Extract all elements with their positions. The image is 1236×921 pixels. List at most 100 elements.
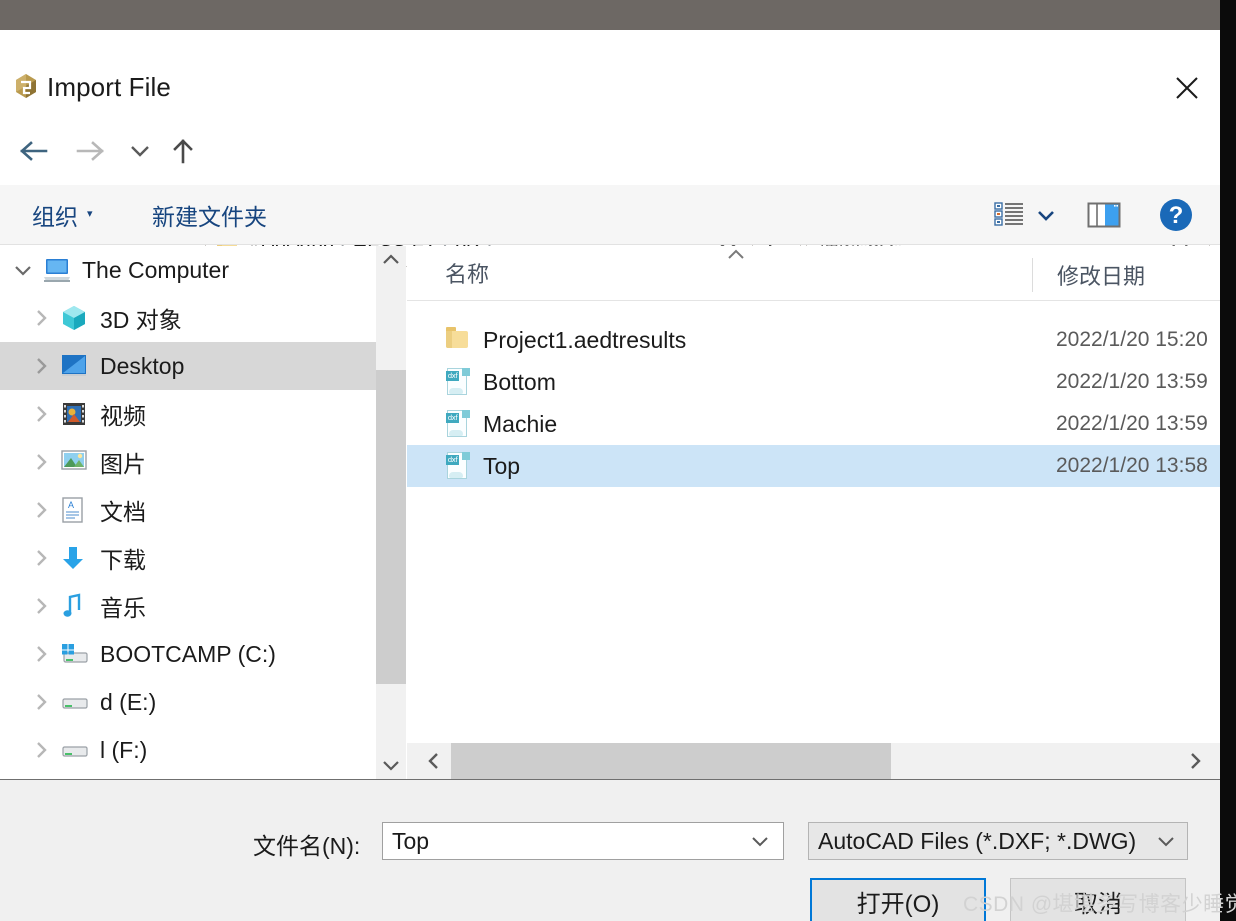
watermark: CSDN @堪堪多写博客少睡觉: [963, 893, 1236, 916]
filetype-value: AutoCAD Files (*.DXF; *.DWG): [818, 827, 1137, 854]
chevron-right-icon[interactable]: [1178, 743, 1212, 779]
table-row[interactable]: Project1.aedtresults 2022/1/20 15:20: [407, 319, 1220, 361]
filename-value: Top: [392, 827, 430, 854]
new-folder-button[interactable]: 新建文件夹: [152, 185, 267, 244]
organize-button[interactable]: 组织 ▾: [32, 185, 93, 244]
view-options-chevron-down-icon[interactable]: [1026, 185, 1066, 244]
documents-icon: A: [60, 496, 90, 524]
table-row[interactable]: dxf Top 2022/1/20 13:58: [407, 445, 1220, 487]
sidebar-scrollbar[interactable]: [376, 246, 406, 779]
column-header-date[interactable]: 修改日期: [1032, 258, 1145, 292]
sidebar-item-music[interactable]: 音乐: [0, 582, 376, 630]
command-bar: 组织 ▾ 新建文件夹 ?: [0, 185, 1220, 245]
column-header-label: 修改日期: [1057, 264, 1146, 289]
filename-label: 文件名(N):: [253, 833, 361, 859]
dxf-file-icon: dxf: [445, 367, 471, 397]
preview-pane-icon[interactable]: [1080, 185, 1128, 244]
windows-drive-icon: [60, 640, 90, 668]
chevron-right-icon[interactable]: [30, 547, 52, 569]
music-icon: [60, 592, 90, 620]
import-file-dialog: Import File 组织 ▾ 新建文件夹 ? The Computer 3D…: [0, 30, 1220, 921]
sidebar-item-label: 音乐: [100, 595, 146, 621]
file-name: Machie: [483, 410, 558, 437]
chevron-down-icon: ▾: [87, 208, 93, 220]
window-title: Import File: [47, 72, 171, 102]
chevron-down-icon[interactable]: [376, 751, 406, 779]
sidebar-item-label: The Computer: [82, 256, 230, 283]
sidebar-item-documents[interactable]: A 文档: [0, 486, 376, 534]
dxf-file-icon: dxf: [445, 409, 471, 439]
chevron-right-icon[interactable]: [30, 595, 52, 617]
file-list[interactable]: 名称 修改日期 Project1.aedtresults 2022/1/20 1…: [407, 246, 1220, 743]
recent-locations-chevron-down-icon[interactable]: [120, 126, 160, 176]
scrollbar-thumb[interactable]: [376, 370, 406, 684]
chevron-right-icon[interactable]: [30, 355, 52, 377]
file-date: 2022/1/20 13:59: [1056, 412, 1208, 435]
new-folder-label: 新建文件夹: [152, 203, 267, 230]
drive-icon: [60, 736, 90, 764]
chevron-left-icon[interactable]: [417, 743, 451, 779]
close-icon[interactable]: [1155, 66, 1219, 110]
sidebar-item-the-computer[interactable]: The Computer: [0, 246, 376, 294]
navigation-tree[interactable]: The Computer 3D 对象 Desktop 视频 图片 A 文档 下载…: [0, 246, 376, 779]
videos-icon: [60, 400, 90, 428]
help-icon[interactable]: ?: [1152, 185, 1200, 244]
file-list-horizontal-scrollbar[interactable]: [407, 743, 1220, 779]
chevron-down-icon[interactable]: [750, 835, 770, 848]
file-name: Top: [483, 452, 521, 479]
3d-objects-icon: [60, 304, 90, 332]
screenshot-edge-strip: [1220, 0, 1236, 921]
filename-input[interactable]: Top: [382, 822, 784, 860]
sidebar-item-bootcamp-c[interactable]: BOOTCAMP (C:): [0, 630, 376, 678]
navigation-bar: « Desktop › HFSS FZ › ojz ›: [0, 126, 1220, 267]
sidebar-item-label: 图片: [100, 451, 146, 477]
sidebar-item-videos[interactable]: 视频: [0, 390, 376, 438]
chevron-down-icon[interactable]: [1156, 835, 1176, 848]
file-date: 2022/1/20 15:20: [1056, 328, 1208, 351]
computer-icon: [42, 256, 72, 284]
chevron-right-icon[interactable]: [30, 451, 52, 473]
filetype-select[interactable]: AutoCAD Files (*.DXF; *.DWG): [808, 822, 1188, 860]
sidebar-item-label: 视频: [100, 403, 146, 429]
dxf-file-icon: dxf: [445, 451, 471, 481]
sidebar-item-pictures[interactable]: 图片: [0, 438, 376, 486]
sidebar-item-desktop[interactable]: Desktop: [0, 342, 376, 390]
table-row[interactable]: dxf Bottom 2022/1/20 13:59: [407, 361, 1220, 403]
chevron-down-icon[interactable]: [12, 259, 34, 281]
folder-icon: [445, 325, 471, 355]
chevron-right-icon[interactable]: [30, 691, 52, 713]
sidebar-item-label: d (E:): [100, 688, 157, 715]
screen: Import File 组织 ▾ 新建文件夹 ? The Computer 3D…: [0, 0, 1236, 921]
chevron-right-icon[interactable]: [30, 643, 52, 665]
sidebar-item-label: 下载: [100, 547, 146, 573]
drive-icon: [60, 688, 90, 716]
sidebar-item-label: Desktop: [100, 352, 185, 379]
sidebar-item-d-e[interactable]: d (E:): [0, 678, 376, 726]
svg-text:A: A: [68, 500, 74, 510]
column-header-name[interactable]: 名称: [445, 246, 489, 299]
sidebar-item-label: l (F:): [100, 736, 148, 763]
chevron-right-icon[interactable]: [30, 403, 52, 425]
scrollbar-thumb[interactable]: [451, 743, 891, 779]
chevron-right-icon[interactable]: [30, 307, 52, 329]
sidebar-item-label: 文档: [100, 499, 146, 525]
chevron-right-icon[interactable]: [30, 499, 52, 521]
open-button[interactable]: 打开(O): [810, 878, 986, 921]
desktop-icon: [60, 352, 90, 380]
sidebar-item-l-f[interactable]: l (F:): [0, 726, 376, 774]
chevron-right-icon[interactable]: [30, 739, 52, 761]
column-headers: 名称 修改日期: [407, 246, 1220, 301]
chevron-up-icon[interactable]: [376, 246, 406, 274]
pictures-icon: [60, 448, 90, 476]
title-bar: Import File: [0, 30, 1220, 102]
arrow-right-icon: [68, 126, 114, 176]
svg-text:?: ?: [1169, 202, 1184, 229]
sidebar-item-downloads[interactable]: 下载: [0, 534, 376, 582]
sidebar-item-label: 3D 对象: [100, 307, 182, 333]
file-date: 2022/1/20 13:58: [1056, 454, 1208, 477]
sidebar-item-3d-objects[interactable]: 3D 对象: [0, 294, 376, 342]
arrow-up-icon[interactable]: [160, 126, 206, 176]
arrow-left-icon[interactable]: [10, 126, 56, 176]
file-name: Bottom: [483, 368, 556, 395]
table-row[interactable]: dxf Machie 2022/1/20 13:59: [407, 403, 1220, 445]
